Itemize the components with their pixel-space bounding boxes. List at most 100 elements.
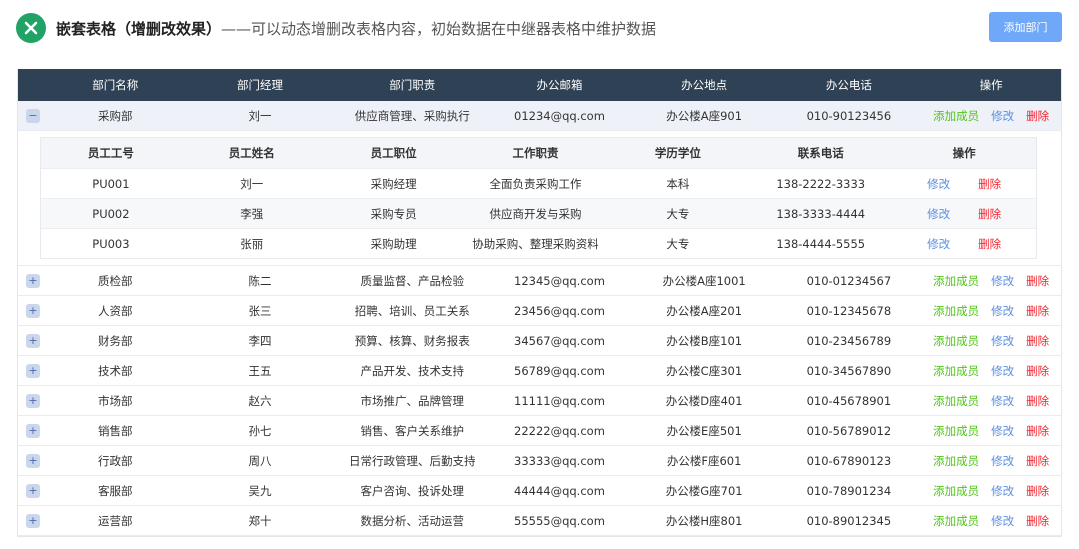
delete-link[interactable]: 删除	[1026, 513, 1049, 529]
page-header: 嵌套表格（增删改效果）——可以动态增删改表格内容，初始数据在中继器表格中维护数据…	[16, 12, 1064, 44]
expand-icon[interactable]: +	[25, 273, 40, 288]
employee-id: PU003	[92, 236, 130, 251]
employee-row: PU003 张丽 采购助理 协助采购、整理采购资料 大专 138-4444-5555 修改 删…	[41, 228, 1036, 258]
edit-link[interactable]: 修改	[991, 393, 1014, 409]
toggle-cell: +	[18, 356, 48, 385]
delete-link[interactable]: 删除	[1026, 273, 1049, 289]
add-member-link[interactable]: 添加成员	[933, 393, 979, 409]
toggle-cell: +	[18, 446, 48, 475]
table-body: − 采购部 刘一 供应商管理、采购执行 01234@qq.com 办公楼A座901 010-…	[18, 101, 1061, 536]
delete-employee-link[interactable]: 删除	[978, 206, 1001, 222]
dept-phone: 010-45678901	[806, 393, 892, 408]
edit-link[interactable]: 修改	[991, 363, 1014, 379]
dept-email: 01234@qq.com	[514, 108, 605, 123]
delete-link[interactable]: 删除	[1026, 483, 1049, 499]
delete-link[interactable]: 删除	[1026, 453, 1049, 469]
add-member-link[interactable]: 添加成员	[933, 333, 979, 349]
edit-link[interactable]: 修改	[991, 423, 1014, 439]
expand-icon[interactable]: +	[25, 513, 40, 528]
employee-phone: 138-2222-3333	[776, 176, 866, 191]
dept-location: 办公楼D座401	[665, 393, 743, 408]
edit-employee-link[interactable]: 修改	[927, 176, 950, 192]
employee-row: PU002 李强 采购专员 供应商开发与采购 大专 138-3333-4444 修改 删除	[41, 198, 1036, 228]
dept-name: 市场部	[98, 393, 133, 408]
employee-col-header: 联系电话	[797, 146, 844, 160]
dept-duty: 预算、核算、财务报表	[354, 333, 470, 348]
expand-icon[interactable]: +	[25, 423, 40, 438]
dept-email: 22222@qq.com	[514, 423, 605, 438]
employee-position: 采购专员	[370, 206, 417, 221]
page-title-desc: ——可以动态增删改表格内容，初始数据在中继器表格中维护数据	[221, 20, 657, 38]
expand-icon[interactable]: +	[25, 303, 40, 318]
employee-position: 采购助理	[370, 236, 417, 251]
edit-link[interactable]: 修改	[991, 483, 1014, 499]
row-actions: 添加成员 修改 删除	[921, 266, 1061, 295]
edit-employee-link[interactable]: 修改	[927, 236, 950, 252]
dept-name: 技术部	[98, 363, 133, 378]
employee-phone: 138-4444-5555	[776, 236, 866, 251]
edit-link[interactable]: 修改	[991, 273, 1014, 289]
edit-link[interactable]: 修改	[991, 453, 1014, 469]
dept-location: 办公楼F座601	[666, 453, 742, 468]
expand-icon[interactable]: +	[25, 363, 40, 378]
employee-table-header: 员工工号 员工姓名 员工职位 工作职责 学历学位 联系电话 操作	[41, 138, 1036, 168]
col-header: 部门名称	[92, 78, 139, 92]
page-title: 嵌套表格（增删改效果）——可以动态增删改表格内容，初始数据在中继器表格中维护数据	[56, 18, 656, 39]
expand-icon[interactable]: +	[25, 483, 40, 498]
toggle-cell: +	[18, 506, 48, 535]
dept-manager: 张三	[248, 303, 272, 318]
table-header: 部门名称 部门经理 部门职责 办公邮箱 办公地点 办公电话 操作	[18, 69, 1061, 101]
table-row: + 财务部 李四 预算、核算、财务报表 34567@qq.com 办公楼B座101 010-…	[18, 326, 1061, 356]
expand-icon[interactable]: +	[25, 393, 40, 408]
employee-id: PU001	[92, 176, 130, 191]
edit-link[interactable]: 修改	[991, 333, 1014, 349]
department-table: 部门名称 部门经理 部门职责 办公邮箱 办公地点 办公电话 操作 − 采购部 刘一供…	[17, 69, 1062, 537]
employee-position: 采购经理	[370, 176, 417, 191]
table-row: − 采购部 刘一 供应商管理、采购执行 01234@qq.com 办公楼A座901 010-…	[18, 101, 1061, 131]
add-member-link[interactable]: 添加成员	[933, 303, 979, 319]
employee-degree: 大专	[666, 206, 690, 221]
expand-icon[interactable]: +	[25, 453, 40, 468]
add-member-link[interactable]: 添加成员	[933, 108, 979, 124]
edit-link[interactable]: 修改	[991, 303, 1014, 319]
edit-link[interactable]: 修改	[991, 108, 1014, 124]
delete-link[interactable]: 删除	[1026, 333, 1049, 349]
dept-email: 33333@qq.com	[514, 453, 605, 468]
row-actions: 添加成员 修改 删除	[921, 476, 1061, 505]
dept-phone: 010-90123456	[806, 108, 892, 123]
dept-email: 44444@qq.com	[514, 483, 605, 498]
edit-employee-link[interactable]: 修改	[927, 206, 950, 222]
dept-duty: 供应商管理、采购执行	[354, 108, 470, 123]
dept-phone: 010-56789012	[806, 423, 892, 438]
add-member-link[interactable]: 添加成员	[933, 453, 979, 469]
dept-name: 运营部	[98, 513, 133, 528]
add-member-link[interactable]: 添加成员	[933, 273, 979, 289]
employee-actions: 修改 删除	[892, 229, 1036, 258]
delete-link[interactable]: 删除	[1026, 393, 1049, 409]
employee-col-header: 操作	[952, 146, 976, 160]
employee-name: 李强	[240, 206, 264, 221]
add-member-link[interactable]: 添加成员	[933, 483, 979, 499]
add-department-button[interactable]: 添加部门	[989, 12, 1062, 42]
employee-duty: 供应商开发与采购	[489, 206, 582, 221]
delete-link[interactable]: 删除	[1026, 363, 1049, 379]
delete-link[interactable]: 删除	[1026, 303, 1049, 319]
dept-duty: 质量监督、产品检验	[360, 273, 464, 288]
employee-table: 员工工号 员工姓名 员工职位 工作职责 学历学位 联系电话 操作 PU001 刘一 采购经理 全面负…	[40, 137, 1037, 259]
add-member-link[interactable]: 添加成员	[933, 513, 979, 529]
collapse-icon[interactable]: −	[25, 108, 40, 123]
page-title-bold: 嵌套表格（增删改效果）	[56, 20, 222, 38]
delete-link[interactable]: 删除	[1026, 423, 1049, 439]
delete-employee-link[interactable]: 删除	[978, 176, 1001, 192]
edit-link[interactable]: 修改	[991, 513, 1014, 529]
dept-location: 办公楼E座501	[666, 423, 742, 438]
add-member-link[interactable]: 添加成员	[933, 423, 979, 439]
delete-employee-link[interactable]: 删除	[978, 236, 1001, 252]
add-member-link[interactable]: 添加成员	[933, 363, 979, 379]
dept-email: 11111@qq.com	[514, 393, 605, 408]
employee-col-header: 工作职责	[512, 146, 559, 160]
dept-duty: 产品开发、技术支持	[360, 363, 464, 378]
employee-id: PU002	[92, 206, 130, 221]
expand-icon[interactable]: +	[25, 333, 40, 348]
delete-link[interactable]: 删除	[1026, 108, 1049, 124]
